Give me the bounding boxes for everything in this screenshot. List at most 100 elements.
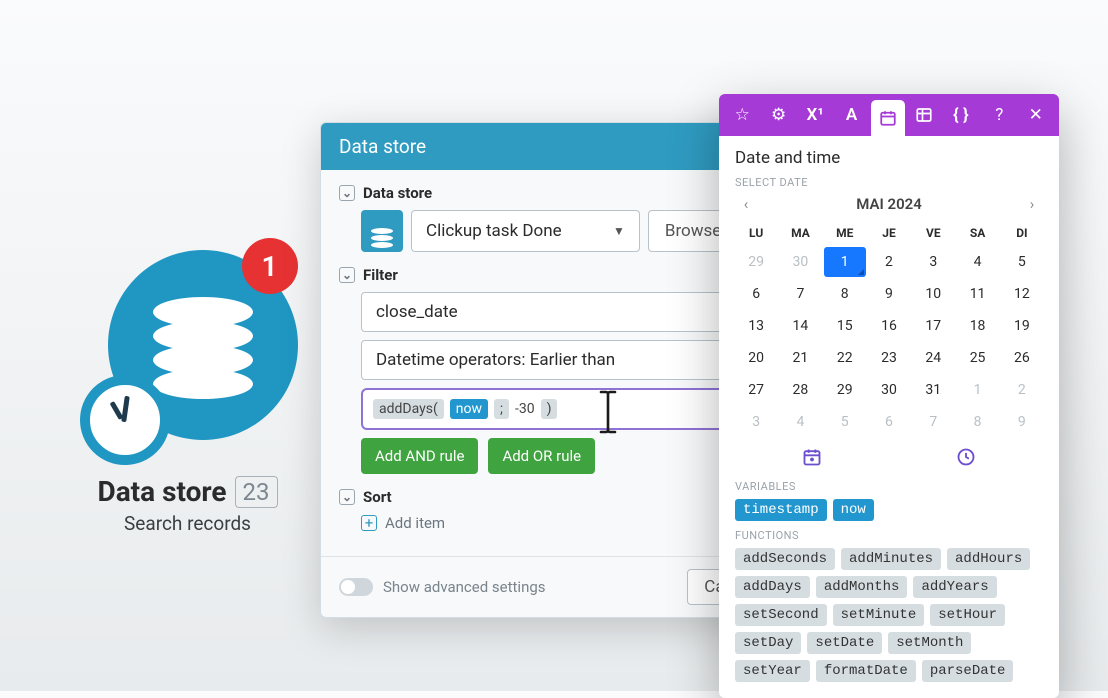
calendar-day[interactable]: 30 (868, 375, 910, 405)
calendar-day[interactable]: 15 (824, 311, 866, 341)
calendar-day[interactable]: 19 (1001, 311, 1043, 341)
variable-chip[interactable]: now (833, 499, 874, 521)
section-label: Filter (363, 266, 398, 284)
calendar-weekday: VE (912, 221, 954, 245)
calendar-day[interactable]: 24 (912, 343, 954, 373)
function-chip[interactable]: addHours (947, 548, 1030, 570)
function-chip[interactable]: setSecond (735, 604, 827, 626)
calendar-day: 5 (824, 407, 866, 437)
calendar-day[interactable]: 14 (779, 311, 821, 341)
section-label: Data store (363, 184, 432, 202)
function-chip[interactable]: addMonths (816, 576, 908, 598)
function-chip[interactable]: setYear (735, 660, 810, 682)
calendar-day[interactable]: 18 (956, 311, 998, 341)
collapse-icon[interactable]: ⌄ (339, 185, 355, 201)
calendar-day: 29 (735, 247, 777, 277)
function-chip[interactable]: setHour (930, 604, 1005, 626)
calendar-weekday: MA (779, 221, 821, 245)
advanced-toggle[interactable]: Show advanced settings (339, 578, 546, 596)
function-chip[interactable]: setDay (735, 632, 801, 654)
calendar-day[interactable]: 22 (824, 343, 866, 373)
time-icon[interactable] (956, 447, 976, 472)
select-date-label: SELECT DATE (735, 176, 1043, 189)
calendar-day[interactable]: 7 (779, 279, 821, 309)
function-chip[interactable]: setMonth (888, 632, 971, 654)
tab-text[interactable]: A (834, 94, 868, 136)
calendar-day: 7 (912, 407, 954, 437)
function-chip[interactable]: addDays (735, 576, 810, 598)
calendar-day[interactable]: 5 (1001, 247, 1043, 277)
tab-star[interactable]: ☆ (725, 94, 759, 136)
calendar-day[interactable]: 27 (735, 375, 777, 405)
module-node: 1 Data store 23 Search records (75, 250, 300, 535)
token-close: ) (541, 399, 558, 419)
token-function[interactable]: addDays( (373, 399, 444, 419)
calendar-day[interactable]: 3 (912, 247, 954, 277)
calendar-day[interactable]: 16 (868, 311, 910, 341)
tab-math[interactable]: X¹ (798, 94, 832, 136)
function-chip[interactable]: parseDate (922, 660, 1014, 682)
calendar-day[interactable]: 11 (956, 279, 998, 309)
function-chip[interactable]: addSeconds (735, 548, 835, 570)
function-chip[interactable]: addMinutes (841, 548, 941, 570)
calendar-next[interactable]: › (1021, 195, 1043, 213)
toggle-switch[interactable] (339, 578, 373, 596)
calendar-day: 3 (735, 407, 777, 437)
calendar-day[interactable]: 25 (956, 343, 998, 373)
add-or-rule-button[interactable]: Add OR rule (488, 438, 595, 474)
calendar-day[interactable]: 13 (735, 311, 777, 341)
collapse-icon[interactable]: ⌄ (339, 267, 355, 283)
picker-help[interactable]: ? (982, 94, 1016, 136)
calendar-day[interactable]: 8 (824, 279, 866, 309)
calendar-day[interactable]: 31 (912, 375, 954, 405)
function-chip[interactable]: addYears (913, 576, 996, 598)
function-chip[interactable]: formatDate (816, 660, 916, 682)
module-count: 23 (235, 476, 278, 508)
add-item-button[interactable]: Add item (385, 514, 445, 532)
calendar-day[interactable]: 10 (912, 279, 954, 309)
calendar-day[interactable]: 23 (868, 343, 910, 373)
calendar-grid: LUMAMEJEVESADI29301234567891011121314151… (735, 221, 1043, 437)
tab-datetime[interactable] (871, 100, 905, 136)
calendar-weekday: ME (824, 221, 866, 245)
collapse-icon[interactable]: ⌄ (339, 489, 355, 505)
calendar-day[interactable]: 17 (912, 311, 954, 341)
datastore-icon (361, 210, 403, 252)
calendar-day[interactable]: 4 (956, 247, 998, 277)
function-chip[interactable]: setDate (807, 632, 882, 654)
calendar-day[interactable]: 9 (868, 279, 910, 309)
datastore-select[interactable]: Clickup task Done ▼ (411, 210, 640, 252)
filter-field-value: close_date (376, 302, 458, 322)
variable-chip[interactable]: timestamp (735, 499, 827, 521)
calendar-day: 6 (868, 407, 910, 437)
calendar-weekday: DI (1001, 221, 1043, 245)
calendar-day[interactable]: 21 (779, 343, 821, 373)
calendar-prev[interactable]: ‹ (735, 195, 757, 213)
function-chip[interactable]: setMinute (833, 604, 925, 626)
tab-settings[interactable]: ⚙ (761, 94, 795, 136)
calendar-day[interactable]: 20 (735, 343, 777, 373)
calendar-day: 4 (779, 407, 821, 437)
calendar-day[interactable]: 26 (1001, 343, 1043, 373)
functions-row: addSeconds addMinutes addHours addDays addMo… (735, 548, 1043, 682)
tab-array[interactable] (907, 94, 941, 136)
date-range-icon[interactable] (802, 447, 822, 472)
calendar-day[interactable]: 29 (824, 375, 866, 405)
calendar-weekday: LU (735, 221, 777, 245)
picker-close[interactable]: ✕ (1019, 94, 1053, 136)
add-icon[interactable]: + (361, 515, 377, 531)
calendar-day[interactable]: 2 (868, 247, 910, 277)
clock-icon (80, 375, 170, 465)
calendar-day[interactable]: 1 (824, 247, 866, 277)
module-icon[interactable]: 1 (88, 250, 288, 450)
datastore-selected: Clickup task Done (426, 221, 562, 241)
advanced-label: Show advanced settings (383, 578, 546, 596)
token-variable[interactable]: now (450, 399, 488, 419)
calendar-day[interactable]: 28 (779, 375, 821, 405)
add-and-rule-button[interactable]: Add AND rule (361, 438, 478, 474)
calendar-day[interactable]: 6 (735, 279, 777, 309)
calendar-day[interactable]: 12 (1001, 279, 1043, 309)
calendar-month: MAI 2024 (856, 195, 922, 213)
picker-title: Date and time (735, 148, 1043, 168)
tab-json[interactable]: { } (944, 94, 978, 136)
